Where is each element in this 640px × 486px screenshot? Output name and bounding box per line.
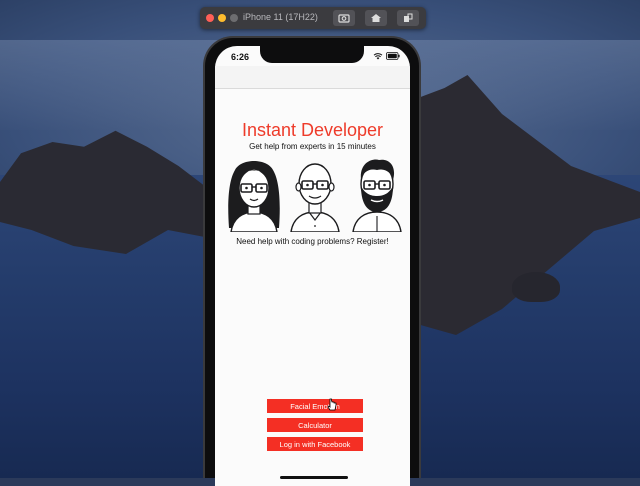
facebook-login-button[interactable]: Log in with Facebook	[267, 437, 363, 451]
facial-emotion-button[interactable]: Facial Emotion	[267, 399, 363, 413]
calculator-button[interactable]: Calculator	[267, 418, 363, 432]
app-title: Instant Developer	[241, 120, 384, 140]
navigation-bar	[215, 66, 410, 89]
home-button[interactable]	[365, 10, 387, 26]
iphone-frame: 6:26 Instant Developer Get help from exp…	[203, 36, 421, 486]
minimize-window-button[interactable]	[218, 14, 226, 22]
app-screen: 6:26 Instant Developer Get help from exp…	[215, 46, 410, 486]
status-icons	[373, 52, 400, 60]
register-prompt: Need help with coding problems? Register…	[236, 237, 389, 246]
close-window-button[interactable]	[206, 14, 214, 22]
zoom-window-button[interactable]	[230, 14, 238, 22]
status-time: 6:26	[231, 52, 250, 62]
wallpaper-rock	[512, 272, 560, 302]
simulator-title: iPhone 11 (17H22)	[243, 12, 318, 22]
screenshot-icon	[338, 14, 350, 23]
home-icon	[371, 14, 381, 22]
wifi-icon	[373, 53, 383, 60]
battery-icon	[386, 52, 400, 60]
developers-illustration	[228, 159, 402, 232]
developer-avatar-bearded-man	[352, 159, 402, 232]
rotate-icon	[404, 13, 413, 22]
developer-avatar-bald-man	[290, 163, 340, 232]
mouse-cursor-icon	[327, 398, 337, 411]
phone-notch	[260, 46, 364, 63]
screenshot-button[interactable]	[333, 10, 355, 26]
developer-avatar-woman	[228, 161, 280, 232]
simulator-title-bar[interactable]: iPhone 11 (17H22)	[200, 7, 426, 29]
rotate-button[interactable]	[397, 10, 419, 26]
